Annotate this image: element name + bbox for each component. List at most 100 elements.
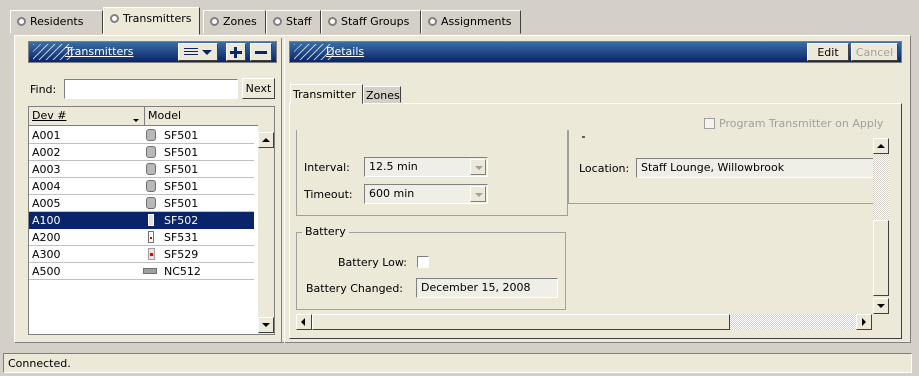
tab-staff-groups[interactable]: Staff Groups xyxy=(321,10,421,34)
col-header-model[interactable]: Model xyxy=(145,107,258,126)
dropdown-arrow-icon xyxy=(470,186,486,202)
splitter[interactable] xyxy=(281,38,285,343)
cell-model: SF501 xyxy=(164,180,199,193)
remove-transmitter-button[interactable] xyxy=(250,43,272,61)
detail-hscrollbar[interactable] xyxy=(296,314,872,330)
add-transmitter-button[interactable] xyxy=(226,43,246,61)
hscroll-track[interactable] xyxy=(730,314,856,330)
red-dot xyxy=(150,253,153,256)
panel-title: Transmitters xyxy=(65,45,134,58)
cell-dev: A100 xyxy=(32,214,61,227)
tab-label: Zones xyxy=(223,15,257,28)
table-row[interactable]: A004 SF501 xyxy=(29,178,254,195)
tab-label: Assignments xyxy=(441,15,512,28)
details-title: Details xyxy=(326,45,365,58)
radio-icon xyxy=(17,17,26,26)
cell-dev: A001 xyxy=(32,129,61,142)
tab-transmitters[interactable]: Transmitters xyxy=(103,7,200,35)
table-row-selected[interactable]: A100 SF502 xyxy=(29,212,254,229)
dash-mark xyxy=(582,136,585,138)
grid-header: Dev # Model xyxy=(29,107,258,126)
transmitter-grid: Dev # Model A001 SF501 A002 SF501 A003 SF50… xyxy=(28,106,275,335)
program-checkbox xyxy=(704,118,715,129)
col-dev-label: Dev # xyxy=(32,109,67,122)
tab-label: Staff xyxy=(286,15,312,28)
tab-label: Staff Groups xyxy=(341,15,410,28)
grid-scrollbar[interactable] xyxy=(258,127,274,334)
dropdown-arrow-icon xyxy=(470,159,486,175)
cancel-label: Cancel xyxy=(855,46,894,59)
program-label: Program Transmitter on Apply xyxy=(719,117,884,130)
tab-staff[interactable]: Staff xyxy=(266,10,321,34)
col-header-dev[interactable]: Dev # xyxy=(29,107,145,126)
scroll-down-button[interactable] xyxy=(258,317,274,333)
table-row[interactable]: A005 SF501 xyxy=(29,195,254,212)
table-row[interactable]: A002 SF501 xyxy=(29,144,254,161)
table-row[interactable]: A300 SF529 xyxy=(29,246,254,263)
edit-button[interactable]: Edit xyxy=(807,43,849,61)
battery-low-label: Battery Low: xyxy=(338,256,407,269)
red-dot xyxy=(150,237,152,239)
battery-group-title: Battery xyxy=(302,225,349,238)
radio-icon xyxy=(428,17,437,26)
detail-scroll-area: Interval: 12.5 min Timeout: 600 min Batt… xyxy=(294,130,888,312)
detail-vscrollbar[interactable] xyxy=(873,138,889,314)
tab-zones[interactable]: Zones xyxy=(203,10,266,34)
subtab-label: Transmitter xyxy=(293,88,356,101)
battery-group xyxy=(296,232,566,310)
table-row[interactable]: A200 SF531 xyxy=(29,229,254,246)
cell-dev: A500 xyxy=(32,265,61,278)
timeout-value: 600 min xyxy=(369,187,415,200)
tab-assignments[interactable]: Assignments xyxy=(421,10,521,34)
tab-label: Transmitters xyxy=(123,12,192,25)
location-label: Location: xyxy=(579,162,630,175)
cell-model: SF502 xyxy=(164,214,199,227)
cell-model: NC512 xyxy=(164,265,201,278)
interval-combo: 12.5 min xyxy=(364,157,488,177)
scroll-track[interactable] xyxy=(873,154,889,220)
timeout-label: Timeout: xyxy=(304,188,353,201)
interval-value: 12.5 min xyxy=(369,160,418,173)
scroll-thumb[interactable] xyxy=(873,220,889,296)
scroll-down-button[interactable] xyxy=(873,298,889,314)
scroll-left-button[interactable] xyxy=(296,314,312,330)
list-view-icon xyxy=(184,48,198,57)
cell-model: SF501 xyxy=(164,163,199,176)
scroll-up-button[interactable] xyxy=(873,138,889,154)
cell-model: SF501 xyxy=(164,146,199,159)
find-input[interactable] xyxy=(64,79,238,99)
tab-residents[interactable]: Residents xyxy=(10,10,103,34)
edit-label: Edit xyxy=(817,46,839,59)
cell-model: SF501 xyxy=(164,129,199,142)
plus-icon-vert xyxy=(234,47,237,58)
radio-icon xyxy=(210,17,219,26)
hscroll-thumb[interactable] xyxy=(312,314,730,330)
timeout-combo: 600 min xyxy=(364,184,488,204)
find-label: Find: xyxy=(30,83,57,96)
scroll-up-button[interactable] xyxy=(258,132,274,148)
pendant-icon xyxy=(148,214,154,226)
location-field: Staff Lounge, Willowbrook xyxy=(636,158,876,178)
status-text: Connected. xyxy=(8,357,71,370)
pendant-icon xyxy=(146,129,156,141)
next-button[interactable]: Next xyxy=(242,78,275,99)
battery-changed-field: December 15, 2008 xyxy=(416,278,558,298)
sensor-icon xyxy=(143,268,157,274)
interval-label: Interval: xyxy=(304,161,350,174)
pendant-icon xyxy=(146,163,156,175)
radio-icon xyxy=(328,17,337,26)
sort-icon xyxy=(133,119,139,122)
battery-changed-value: December 15, 2008 xyxy=(421,281,531,294)
battery-changed-label: Battery Changed: xyxy=(306,282,404,295)
pendant-icon xyxy=(146,197,156,209)
view-menu-button[interactable] xyxy=(178,43,218,61)
radio-icon xyxy=(110,14,119,23)
table-row[interactable]: A500 NC512 xyxy=(29,263,254,280)
scroll-right-button[interactable] xyxy=(856,314,872,330)
table-row[interactable]: A003 SF501 xyxy=(29,161,254,178)
cell-dev: A004 xyxy=(32,180,61,193)
subtab-transmitter[interactable]: Transmitter xyxy=(290,84,363,104)
subtab-zones[interactable]: Zones xyxy=(363,86,401,103)
cell-model: SF529 xyxy=(164,248,199,261)
table-row[interactable]: A001 SF501 xyxy=(29,127,254,144)
